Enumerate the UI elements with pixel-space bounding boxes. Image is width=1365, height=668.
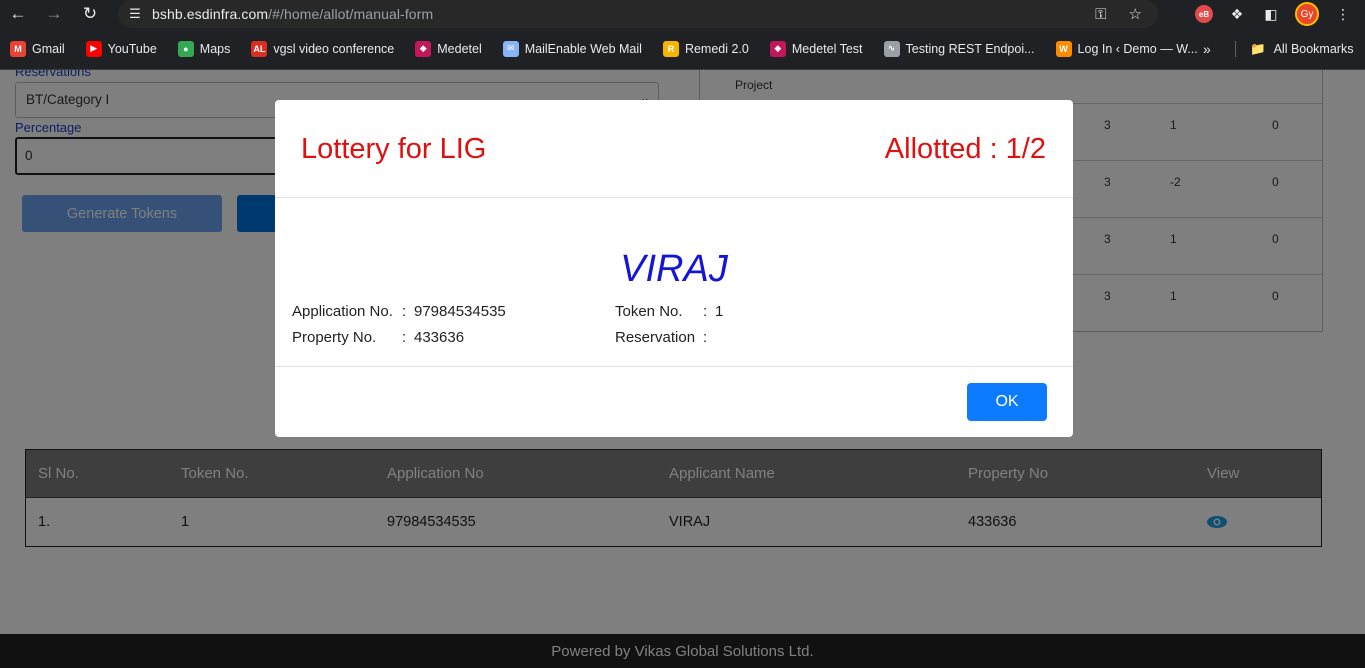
- site-settings-icon[interactable]: ☰: [118, 6, 152, 22]
- bookmark-label: Maps: [199, 41, 231, 56]
- more-bookmarks-icon[interactable]: »: [1203, 28, 1211, 70]
- bookmark-item[interactable]: AL vgsl video conference: [251, 40, 395, 57]
- menu-kebab-icon[interactable]: ⋮: [1333, 4, 1353, 24]
- folder-icon: 📁: [1250, 41, 1266, 56]
- property-separator: :: [402, 329, 407, 346]
- side-panel-icon[interactable]: ◧: [1261, 4, 1281, 24]
- modal-title: Lottery for LIG: [301, 133, 487, 165]
- reservation-label: Reservation: [615, 329, 696, 346]
- forward-arrow-icon[interactable]: →: [36, 0, 72, 28]
- reload-icon[interactable]: ↻: [72, 0, 108, 28]
- medetel-icon: ◆: [769, 40, 786, 57]
- password-key-icon[interactable]: ⚿: [1095, 6, 1106, 23]
- all-bookmarks[interactable]: 📁 All Bookmarks: [1250, 28, 1353, 70]
- extensions-puzzle-icon[interactable]: ❖: [1227, 4, 1247, 24]
- rest-icon: ∿: [883, 40, 900, 57]
- token-label: Token No.: [615, 303, 683, 320]
- application-separator: :: [402, 303, 407, 320]
- bookmark-label: Gmail: [32, 41, 65, 56]
- bookmark-label: Testing REST Endpoi...: [905, 41, 1035, 56]
- reservation-separator: :: [703, 329, 708, 346]
- medetel-icon: ◆: [415, 40, 432, 57]
- maps-icon: ●: [177, 40, 194, 57]
- bookmark-item[interactable]: ✉ MailEnable Web Mail: [502, 40, 642, 57]
- al-icon: AL: [251, 40, 268, 57]
- bookmark-item[interactable]: ◆ Medetel: [415, 40, 482, 57]
- property-label: Property No.: [292, 329, 377, 346]
- bookmark-label: Log In ‹ Demo — W...: [1077, 41, 1198, 56]
- profile-avatar[interactable]: Gy: [1295, 2, 1319, 26]
- url-text[interactable]: bshb.esdinfra.com/#/home/allot/manual-fo…: [152, 6, 433, 22]
- modal-footer-divider: [275, 366, 1073, 367]
- bookmark-label: vgsl video conference: [273, 41, 395, 56]
- token-value: 1: [715, 303, 724, 320]
- bookmark-item[interactable]: ▶ YouTube: [85, 40, 157, 57]
- gmail-icon: M: [10, 40, 26, 57]
- ok-button[interactable]: OK: [967, 383, 1047, 421]
- applicant-name: VIRAJ: [620, 248, 728, 290]
- bookmark-star-icon[interactable]: ☆: [1129, 5, 1142, 23]
- address-bar[interactable]: ☰ bshb.esdinfra.com/#/home/allot/manual-…: [118, 0, 1158, 28]
- property-value: 433636: [414, 329, 465, 346]
- browser-toolbar: ← → ↻ ☰ bshb.esdinfra.com/#/home/allot/m…: [0, 0, 1365, 28]
- modal-header-divider: [275, 197, 1073, 198]
- bookmarks-bar: M Gmail ▶ YouTube ● Maps AL vgsl video conferen…: [0, 28, 1365, 70]
- application-value: 97984534535: [414, 303, 506, 320]
- bookmark-label: YouTube: [107, 41, 157, 56]
- mail-icon: ✉: [502, 40, 519, 57]
- bookmark-item[interactable]: ● Maps: [177, 40, 231, 57]
- bookmark-item[interactable]: W Log In ‹ Demo — W...: [1055, 40, 1198, 57]
- extension-icon[interactable]: eB: [1195, 5, 1213, 23]
- bookmark-label: Remedi 2.0: [684, 41, 749, 56]
- all-bookmarks-label: All Bookmarks: [1273, 42, 1354, 56]
- lottery-result-modal: Lottery for LIG Allotted : 1/2 VIRAJ App…: [275, 100, 1073, 437]
- bookmark-label: MailEnable Web Mail: [524, 41, 642, 56]
- bookmark-item[interactable]: ◆ Medetel Test: [769, 40, 863, 57]
- bookmark-item[interactable]: ∿ Testing REST Endpoi...: [883, 40, 1035, 57]
- allotted-count: Allotted : 1/2: [884, 133, 1046, 165]
- application-label: Application No.: [292, 303, 393, 320]
- bookmark-label: Medetel: [437, 41, 482, 56]
- token-separator: :: [703, 303, 708, 320]
- back-arrow-icon[interactable]: ←: [0, 0, 36, 28]
- bookmark-item[interactable]: R Remedi 2.0: [662, 40, 749, 57]
- youtube-icon: ▶: [85, 40, 102, 57]
- remedi-icon: R: [662, 40, 679, 57]
- bookmarks-divider: [1235, 41, 1236, 57]
- login-icon: W: [1055, 40, 1072, 57]
- bookmark-label: Medetel Test: [791, 41, 863, 56]
- bookmark-item[interactable]: M Gmail: [10, 40, 65, 57]
